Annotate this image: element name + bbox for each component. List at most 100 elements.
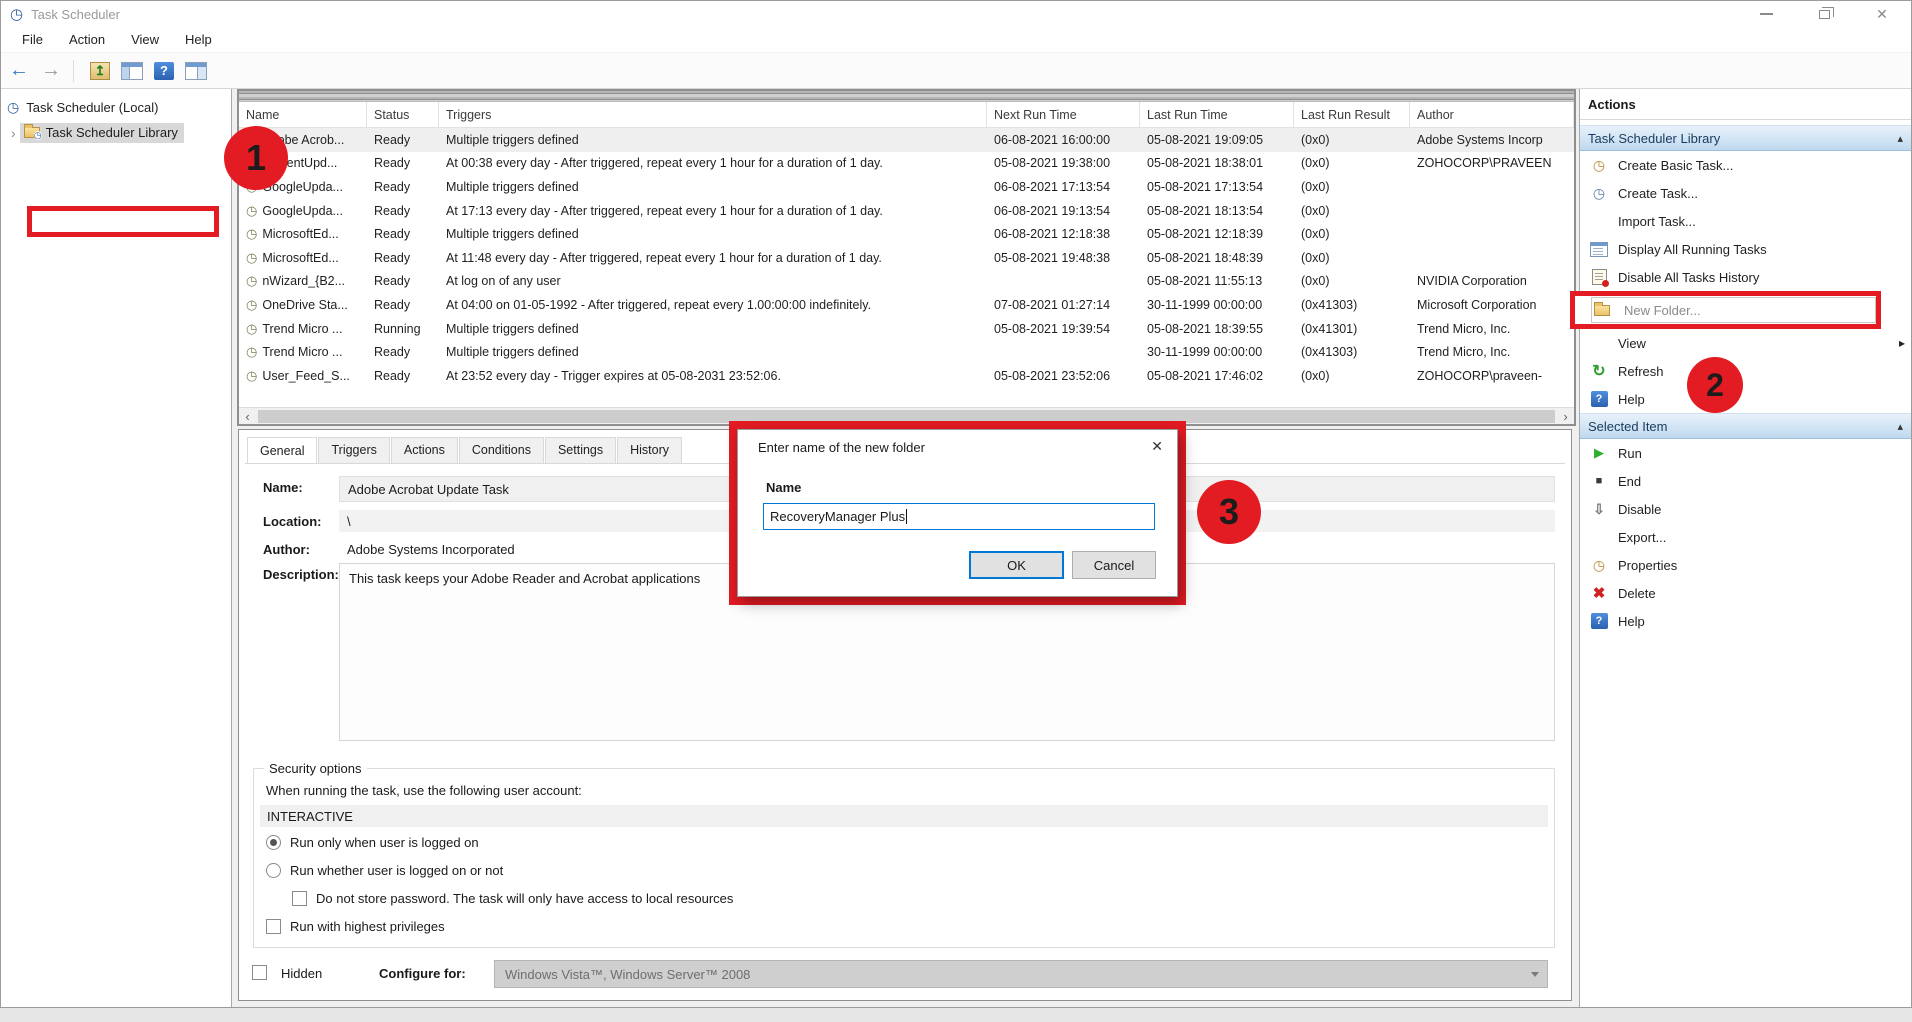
collapse-icon[interactable]: ▴ — [1897, 132, 1903, 145]
task-row[interactable]: ◷Adobe Acrob...ReadyMultiple triggers de… — [239, 128, 1574, 152]
action-view[interactable]: View▸ — [1580, 329, 1911, 357]
cell-triggers: At 04:00 on 01-05-1992 - After triggered… — [439, 293, 987, 317]
radio-selected-icon[interactable] — [266, 835, 281, 850]
task-row[interactable]: ◷User_Feed_S...ReadyAt 23:52 every day -… — [239, 364, 1574, 388]
task-row[interactable]: ◷MicrosoftEd...ReadyAt 11:48 every day -… — [239, 246, 1574, 270]
task-row[interactable]: ◷GoogleUpda...ReadyMultiple triggers def… — [239, 175, 1574, 199]
show-console-tree-button[interactable] — [118, 57, 146, 85]
minimize-button[interactable] — [1737, 1, 1795, 27]
tab-general[interactable]: General — [247, 437, 317, 464]
column-header-last-run-time[interactable]: Last Run Time — [1140, 102, 1294, 127]
action-delete[interactable]: ✖Delete — [1580, 579, 1911, 607]
restore-icon — [1819, 10, 1830, 19]
action-refresh[interactable]: ↻Refresh — [1580, 357, 1911, 385]
tree-item-task-scheduler-library[interactable]: › ◷ Task Scheduler Library — [11, 123, 184, 143]
show-action-pane-button[interactable] — [182, 57, 210, 85]
checkbox-icon[interactable] — [292, 891, 307, 906]
scroll-right-arrow[interactable]: › — [1557, 408, 1574, 425]
action-end[interactable]: ■End — [1580, 467, 1911, 495]
radio-unselected-icon[interactable] — [266, 863, 281, 878]
menu-view[interactable]: View — [118, 28, 172, 51]
column-header-triggers[interactable]: Triggers — [439, 102, 987, 127]
checkbox-no-password[interactable]: Do not store password. The task will onl… — [292, 891, 733, 906]
chevron-right-icon: › — [11, 125, 16, 141]
checkbox-icon[interactable] — [266, 919, 281, 934]
task-row[interactable]: ◷Trend Micro ...ReadyMultiple triggers d… — [239, 340, 1574, 364]
cell-status: Running — [367, 317, 439, 341]
tab-settings[interactable]: Settings — [545, 437, 616, 463]
action-create-basic-task[interactable]: ◷Create Basic Task... — [1580, 151, 1911, 179]
tab-conditions[interactable]: Conditions — [459, 437, 544, 463]
back-button[interactable]: ← — [5, 57, 33, 85]
action-display-all-running-tasks[interactable]: Display All Running Tasks — [1580, 235, 1911, 263]
screen: ◷ Task Scheduler ✕ FileActionViewHelp ← … — [0, 0, 1912, 1022]
collapse-icon[interactable]: ▴ — [1897, 420, 1903, 433]
ok-button[interactable]: OK — [969, 551, 1064, 579]
close-button[interactable]: ✕ — [1853, 1, 1911, 27]
new-folder-dialog: Enter name of the new folder ✕ Name Reco… — [737, 429, 1178, 597]
checkbox-hidden[interactable] — [252, 965, 267, 980]
actions-list: Task Scheduler Library▴◷Create Basic Tas… — [1580, 125, 1911, 635]
help-toolbar-button[interactable]: ? — [150, 57, 178, 85]
dialog-close-icon[interactable]: ✕ — [1151, 438, 1163, 455]
cell-triggers: At 17:13 every day - After triggered, re… — [439, 199, 987, 223]
cell-name: ◷Trend Micro ... — [239, 340, 367, 364]
cell-triggers: At log on of any user — [439, 270, 987, 294]
menu-file[interactable]: File — [9, 28, 56, 51]
cell-next-run-time: 06-08-2021 16:00:00 — [987, 128, 1140, 152]
action-create-task[interactable]: ◷Create Task... — [1580, 179, 1911, 207]
close-icon: ✕ — [1876, 6, 1888, 23]
cell-last-run-result: (0x41303) — [1294, 293, 1410, 317]
radio-run-logged-on[interactable]: Run only when user is logged on — [266, 835, 479, 850]
task-row[interactable]: ◷nWizard_{B2...ReadyAt log on of any use… — [239, 270, 1574, 294]
cell-status: Ready — [367, 199, 439, 223]
action-run[interactable]: ▶Run — [1580, 439, 1911, 467]
checkbox-highest-privileges[interactable]: Run with highest privileges — [266, 919, 445, 934]
action-disable[interactable]: ⇩Disable — [1580, 495, 1911, 523]
task-row[interactable]: ◷OneDrive Sta...ReadyAt 04:00 on 01-05-1… — [239, 293, 1574, 317]
cancel-button[interactable]: Cancel — [1072, 551, 1156, 579]
display-running-tasks-icon — [1590, 242, 1608, 257]
restore-button[interactable] — [1795, 1, 1853, 27]
column-header-author[interactable]: Author — [1410, 102, 1574, 127]
column-header-status[interactable]: Status — [367, 102, 439, 127]
column-header-name[interactable]: Name — [239, 102, 367, 127]
annotation-badge-2: 2 — [1687, 357, 1743, 413]
scroll-left-arrow[interactable]: ‹ — [239, 408, 256, 425]
actions-section-selected-item[interactable]: Selected Item▴ — [1580, 413, 1911, 439]
action-help[interactable]: ?Help — [1580, 607, 1911, 635]
menu-action[interactable]: Action — [56, 28, 118, 51]
action-help[interactable]: ?Help — [1580, 385, 1911, 413]
folder-name-input[interactable]: RecoveryManager Plus — [763, 503, 1155, 530]
disable-history-icon — [1592, 269, 1607, 285]
action-import-task[interactable]: Import Task... — [1580, 207, 1911, 235]
task-row[interactable]: ◷Trend Micro ...RunningMultiple triggers… — [239, 317, 1574, 341]
text-caret — [906, 509, 907, 524]
cell-triggers: Multiple triggers defined — [439, 340, 987, 364]
forward-button[interactable]: → — [37, 57, 65, 85]
tree-item-task-scheduler-local[interactable]: ◷ Task Scheduler (Local) — [7, 99, 158, 116]
cell-triggers: At 11:48 every day - After triggered, re… — [439, 246, 987, 270]
action-new-folder[interactable]: New Folder... — [1580, 291, 1911, 329]
menu-help[interactable]: Help — [172, 28, 225, 51]
radio-run-whether[interactable]: Run whether user is logged on or not — [266, 863, 503, 878]
column-header-next-run-time[interactable]: Next Run Time — [987, 102, 1140, 127]
task-row[interactable]: ◷CAgentUpd...ReadyAt 00:38 every day - A… — [239, 152, 1574, 176]
export-list-button[interactable]: ↥ — [86, 57, 114, 85]
action-export[interactable]: Export... — [1580, 523, 1911, 551]
column-header-last-run-result[interactable]: Last Run Result — [1294, 102, 1410, 127]
folder-clock-icon: ◷ — [24, 127, 40, 138]
tab-history[interactable]: History — [617, 437, 682, 463]
tab-actions[interactable]: Actions — [391, 437, 458, 463]
task-row[interactable]: ◷MicrosoftEd...ReadyMultiple triggers de… — [239, 222, 1574, 246]
cell-next-run-time — [987, 270, 1140, 294]
configure-for-dropdown[interactable]: Windows Vista™, Windows Server™ 2008 — [494, 960, 1548, 988]
tab-triggers[interactable]: Triggers — [318, 437, 389, 463]
actions-section-task-scheduler-library[interactable]: Task Scheduler Library▴ — [1580, 125, 1911, 151]
actions-pane: Actions Task Scheduler Library▴◷Create B… — [1579, 89, 1911, 1007]
cell-last-run-result: (0x41301) — [1294, 317, 1410, 341]
task-row[interactable]: ◷GoogleUpda...ReadyAt 17:13 every day - … — [239, 199, 1574, 223]
action-disable-all-tasks-history[interactable]: Disable All Tasks History — [1580, 263, 1911, 291]
action-properties[interactable]: ◷Properties — [1580, 551, 1911, 579]
cell-last-run-time: 05-08-2021 17:13:54 — [1140, 175, 1294, 199]
